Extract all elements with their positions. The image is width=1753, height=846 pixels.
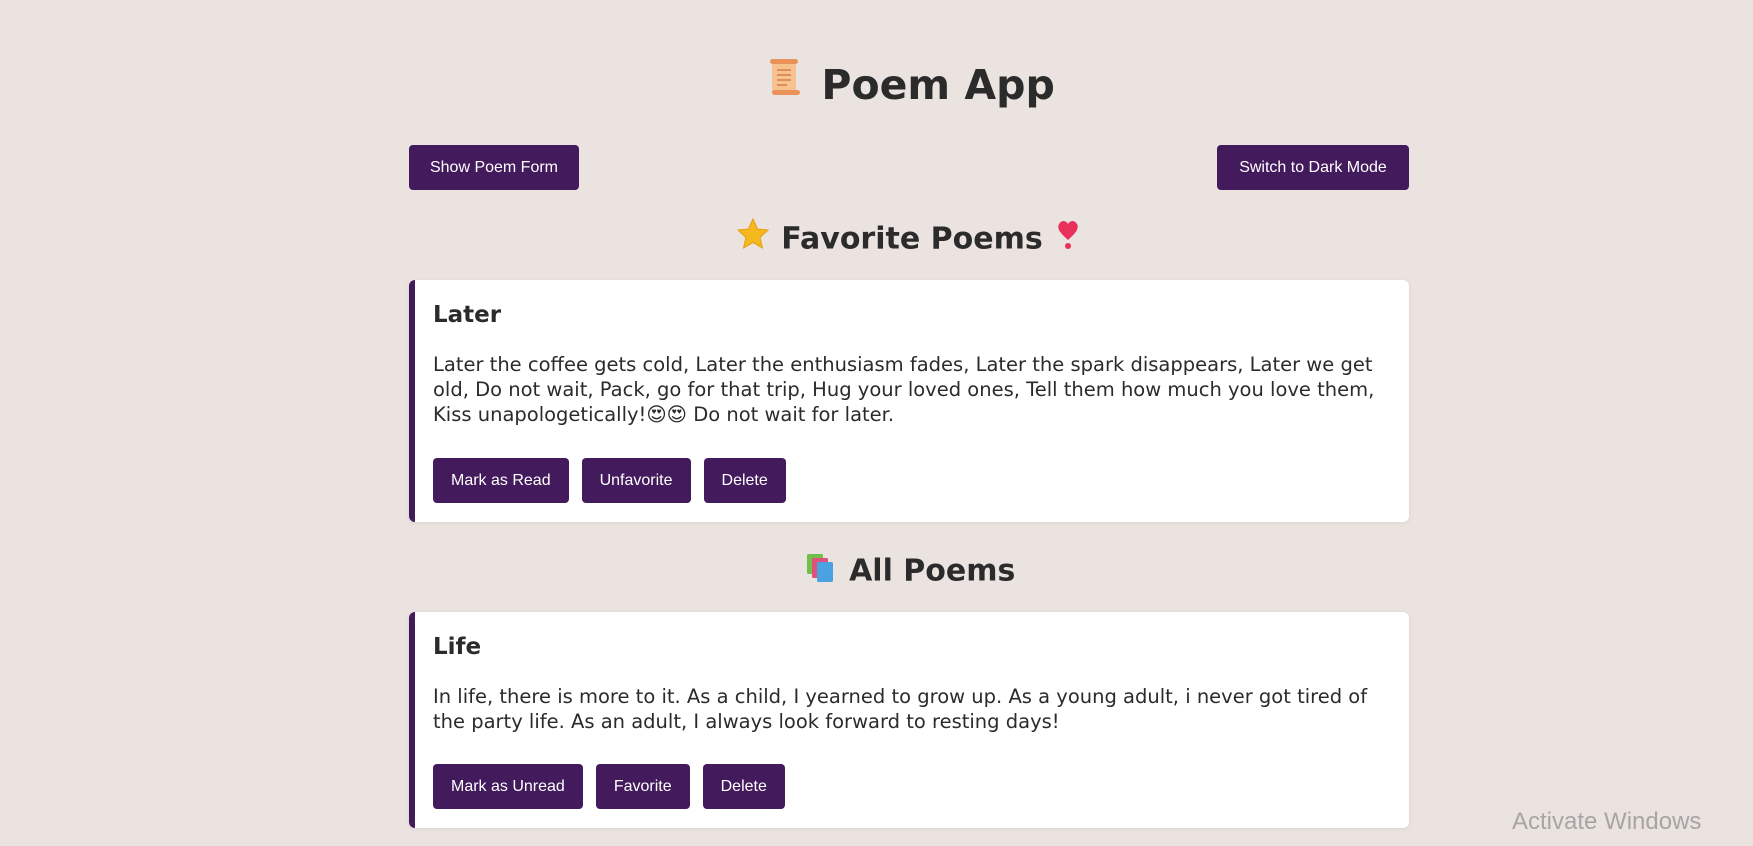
app-title-text: Poem App xyxy=(821,61,1055,109)
poem-actions: Mark as Unread Favorite Delete xyxy=(433,764,785,809)
heart-exclamation-icon xyxy=(1053,216,1083,263)
all-poems-heading: All Poems xyxy=(409,548,1409,595)
app-title: Poem App xyxy=(409,52,1409,115)
star-icon xyxy=(735,216,771,263)
poem-card-life: Life In life, there is more to it. As a … xyxy=(409,612,1409,828)
favorite-button[interactable]: Favorite xyxy=(595,764,690,809)
dark-mode-toggle-button[interactable]: Switch to Dark Mode xyxy=(1217,145,1409,190)
books-icon xyxy=(803,548,839,595)
poem-body: In life, there is more to it. As a child… xyxy=(433,685,1368,733)
poem-title: Later xyxy=(433,302,502,328)
mark-as-unread-button[interactable]: Mark as Unread xyxy=(433,764,583,809)
delete-button[interactable]: Delete xyxy=(703,458,786,503)
poem-card-later: Later Later the coffee gets cold, Later … xyxy=(409,280,1409,522)
activate-windows-watermark: Activate Windows xyxy=(1512,808,1702,835)
poem-actions: Mark as Read Unfavorite Delete xyxy=(433,458,786,503)
favorite-poems-heading: Favorite Poems xyxy=(409,216,1409,263)
delete-button[interactable]: Delete xyxy=(702,764,785,809)
all-poems-title: All Poems xyxy=(849,553,1016,589)
mark-as-read-button[interactable]: Mark as Read xyxy=(433,458,569,503)
favorite-poems-title: Favorite Poems xyxy=(781,221,1043,257)
poem-title: Life xyxy=(433,634,482,660)
show-poem-form-button[interactable]: Show Poem Form xyxy=(409,145,579,190)
scroll-icon xyxy=(763,55,807,115)
poem-body: Later the coffee gets cold, Later the en… xyxy=(433,353,1375,426)
unfavorite-button[interactable]: Unfavorite xyxy=(581,458,691,503)
